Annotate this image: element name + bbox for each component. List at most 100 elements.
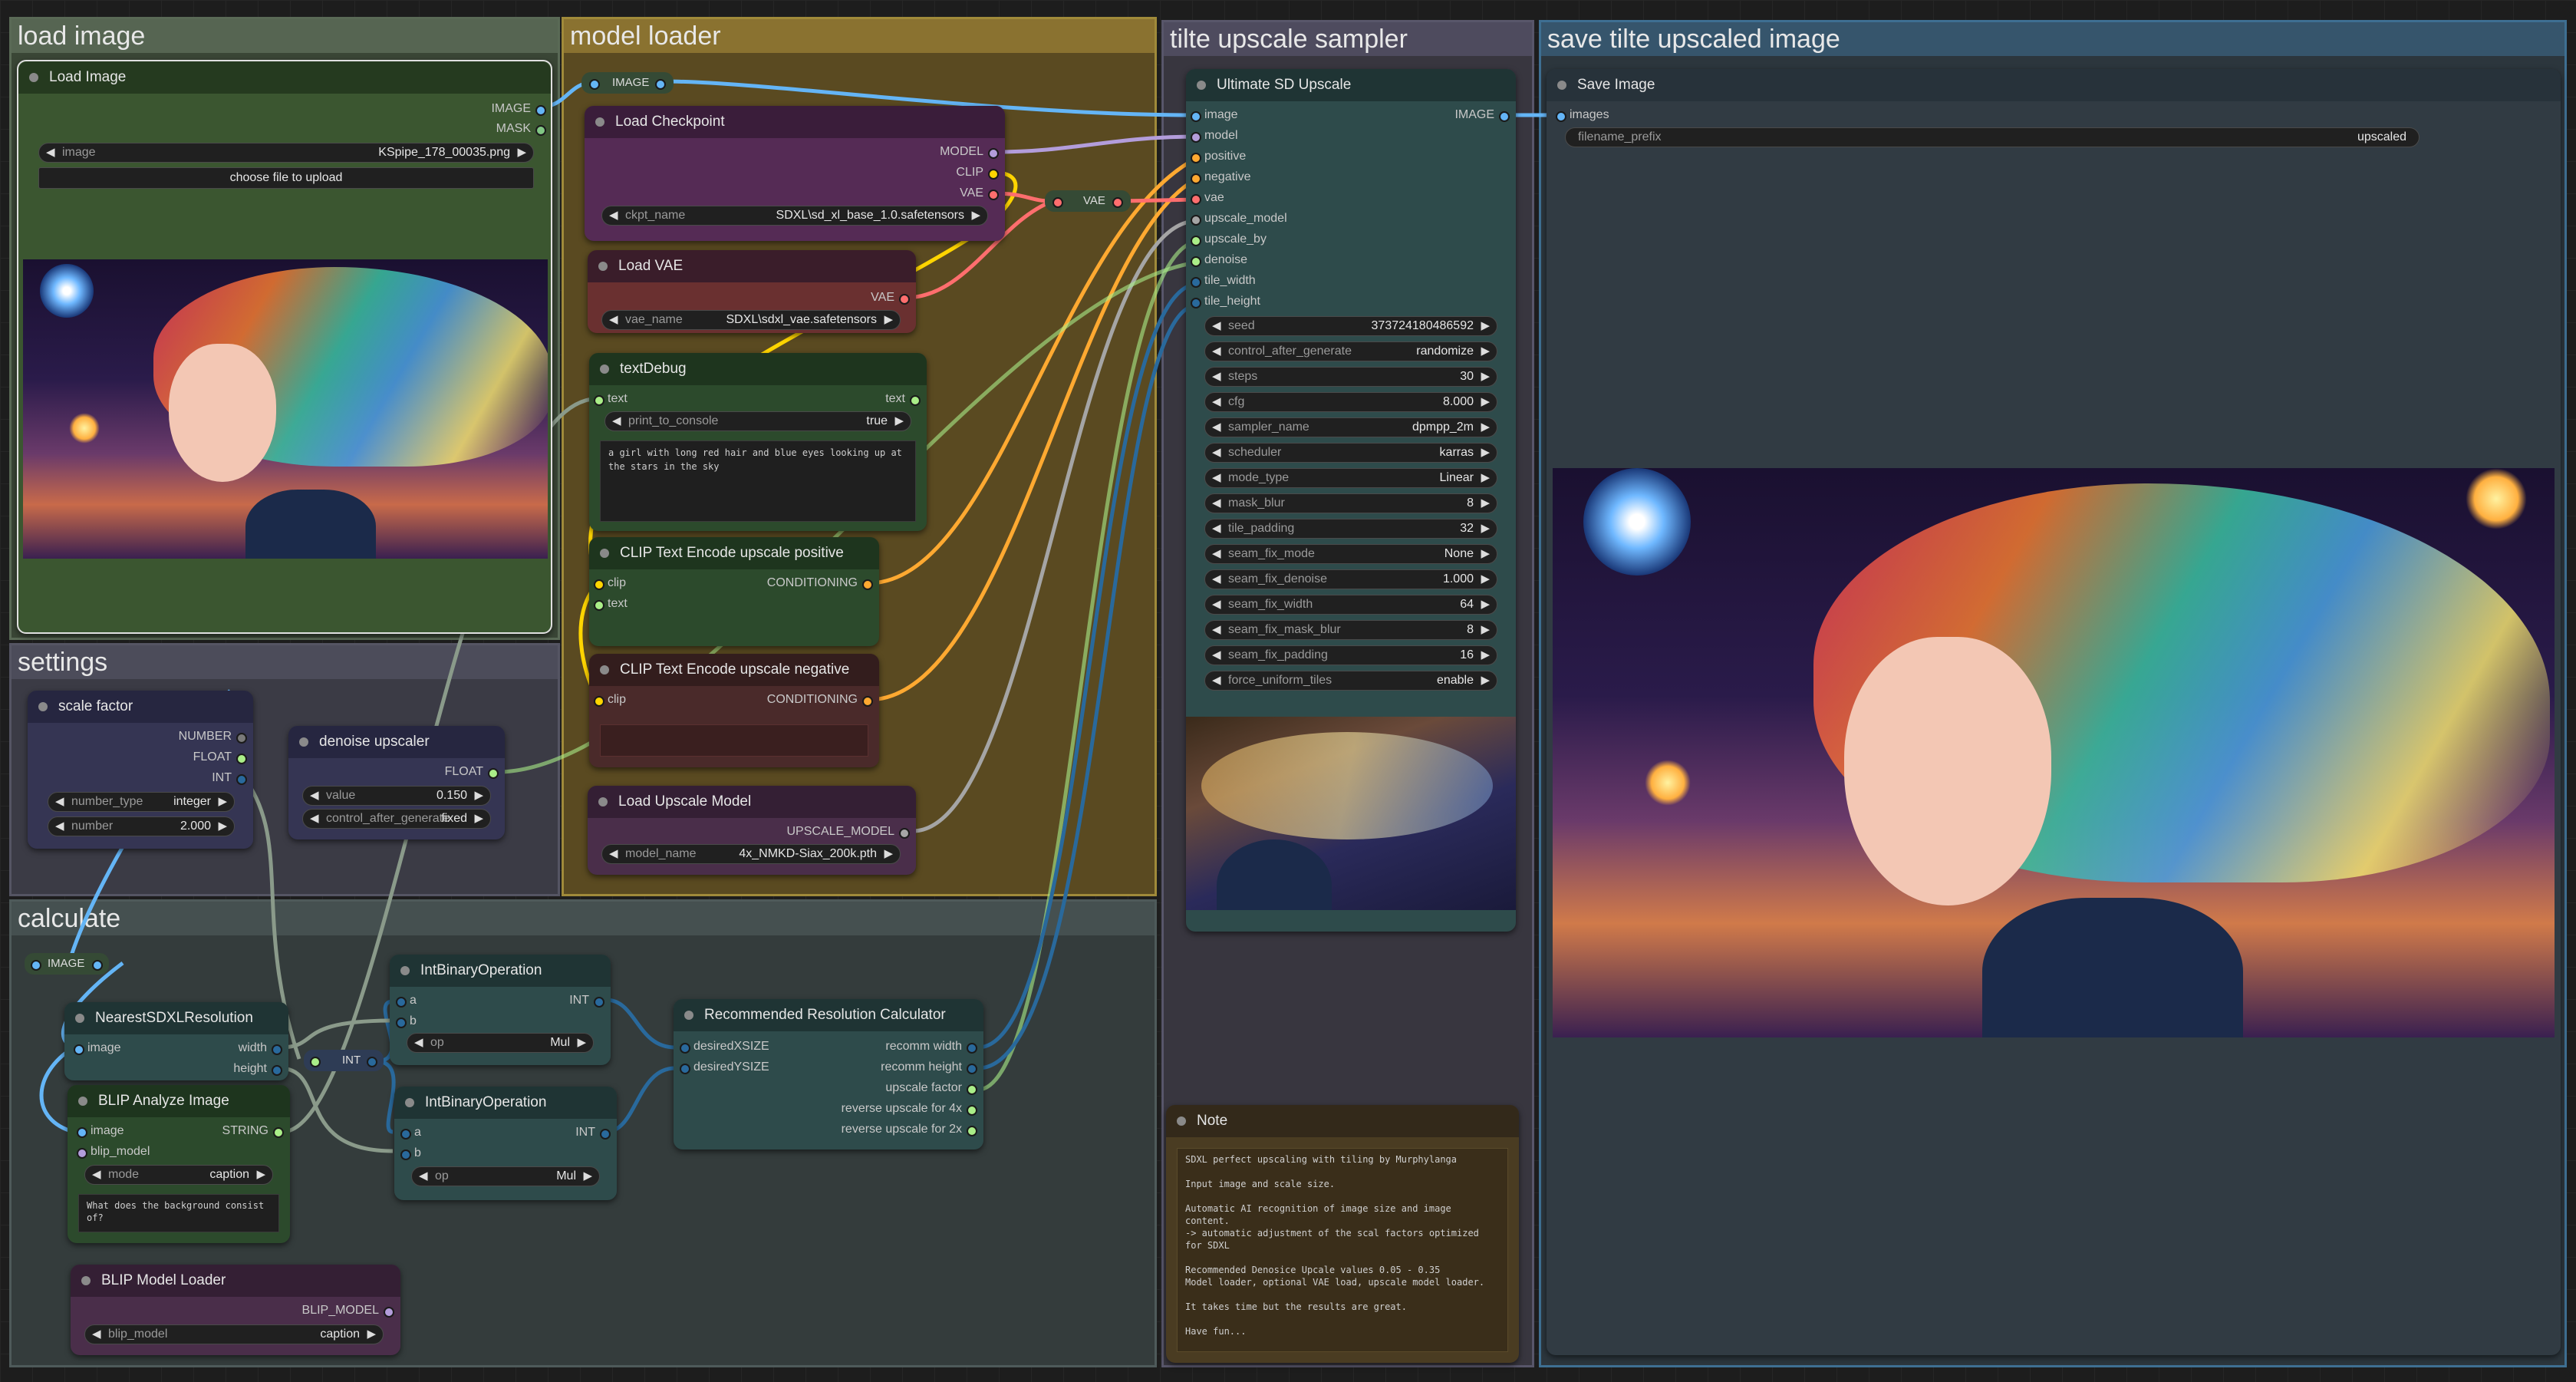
text-debug-node[interactable]: textDebug text text ◀ print_to_console tru… (589, 353, 927, 531)
scale-factor-node[interactable]: scale factor NUMBER FLOAT INT ◀ number_ty… (28, 691, 253, 849)
load-image-node[interactable]: Load Image IMAGE MASK ◀ image KSpipe_178_0… (17, 60, 552, 634)
widget-seam-fix-width[interactable]: ◀ seam_fix_width 64 ▶ (1204, 595, 1497, 615)
arrow-right-icon[interactable]: ▶ (884, 311, 893, 329)
input-positive[interactable]: positive (1191, 149, 1246, 164)
input-pin-icon[interactable] (1191, 256, 1201, 267)
input-negative[interactable]: negative (1191, 170, 1251, 185)
output-pin-icon[interactable] (862, 696, 873, 707)
output-conditioning[interactable]: CONDITIONING (767, 692, 873, 707)
denoise-upscaler-node[interactable]: denoise upscaler FLOAT ◀ value 0.150 ▶ ◀ con… (288, 726, 505, 839)
input-pin-icon[interactable] (680, 1064, 690, 1074)
debug-text-area[interactable]: a girl with long red hair and blue eyes … (600, 440, 916, 522)
arrow-right-icon[interactable]: ▶ (1481, 570, 1490, 589)
arrow-right-icon[interactable]: ▶ (1481, 621, 1490, 639)
output-reverse-upscale-for-4x[interactable]: reverse upscale for 4x (842, 1101, 977, 1116)
input-denoise[interactable]: denoise (1191, 252, 1247, 268)
reroute-vae[interactable]: VAE (1045, 190, 1131, 212)
collapse-dot-icon[interactable] (600, 665, 609, 675)
arrow-right-icon[interactable]: ▶ (367, 1325, 376, 1344)
node-header[interactable]: textDebug (589, 353, 927, 385)
input-pin-icon[interactable] (77, 1127, 87, 1138)
note-node[interactable]: Note SDXL perfect upscaling with tiling … (1166, 1105, 1519, 1363)
reroute-image[interactable]: IMAGE (581, 72, 674, 94)
output-text[interactable]: text (885, 391, 921, 407)
output-pin-icon[interactable] (988, 169, 999, 180)
filename-prefix-field[interactable]: filename_prefix upscaled (1565, 127, 2420, 147)
op-select[interactable]: ◀ op Mul ▶ (411, 1166, 600, 1186)
input-b[interactable]: b (400, 1146, 421, 1161)
arrow-left-icon[interactable]: ◀ (92, 1166, 101, 1184)
collapse-dot-icon[interactable] (400, 966, 410, 975)
input-clip[interactable]: clip (594, 692, 626, 707)
int-binary-operation-node[interactable]: IntBinaryOperation a b INT ◀ op Mul ▶ (394, 1087, 617, 1200)
arrow-right-icon[interactable]: ▶ (517, 143, 526, 162)
widget-seam-fix-mask-blur[interactable]: ◀ seam_fix_mask_blur 8 ▶ (1204, 620, 1497, 640)
widget-cfg[interactable]: ◀ cfg 8.000 ▶ (1204, 392, 1497, 412)
output-reverse-upscale-for-2x[interactable]: reverse upscale for 2x (842, 1122, 977, 1137)
input-pin-icon[interactable] (1191, 215, 1201, 226)
collapse-dot-icon[interactable] (38, 702, 48, 711)
arrow-left-icon[interactable]: ◀ (1212, 646, 1221, 665)
blip-model-loader-node[interactable]: BLIP Model Loader BLIP_MODEL ◀ blip_model… (71, 1265, 400, 1355)
input-pin-icon[interactable] (400, 1129, 411, 1140)
output-int[interactable]: INT (212, 770, 247, 786)
node-header[interactable]: scale factor (28, 691, 253, 723)
collapse-dot-icon[interactable] (299, 737, 308, 747)
node-header[interactable]: NearestSDXLResolution (64, 1002, 288, 1034)
arrow-right-icon[interactable]: ▶ (884, 845, 893, 863)
collapse-dot-icon[interactable] (598, 797, 608, 806)
output-int[interactable]: INT (569, 993, 604, 1008)
input-pin-icon[interactable] (1191, 132, 1201, 143)
negative-text-area[interactable] (600, 724, 868, 757)
op-select[interactable]: ◀ op Mul ▶ (407, 1033, 594, 1053)
arrow-left-icon[interactable]: ◀ (1212, 444, 1221, 462)
node-header[interactable]: denoise upscaler (288, 726, 505, 758)
collapse-dot-icon[interactable] (1177, 1116, 1186, 1126)
input-a[interactable]: a (396, 993, 417, 1008)
widget-seed[interactable]: ◀ seed 373724180486592 ▶ (1204, 316, 1497, 336)
arrow-right-icon[interactable]: ▶ (1481, 393, 1490, 411)
arrow-left-icon[interactable]: ◀ (1212, 494, 1221, 513)
output-pin-icon[interactable] (988, 148, 999, 159)
arrow-right-icon[interactable]: ▶ (1481, 418, 1490, 437)
nearest-sdxl-resolution-node[interactable]: NearestSDXLResolution image width height (64, 1002, 288, 1080)
output-image[interactable]: IMAGE (1454, 107, 1510, 123)
input-tile-height[interactable]: tile_height (1191, 294, 1260, 309)
input-pin-icon[interactable] (1191, 298, 1201, 308)
output-height[interactable]: height (233, 1061, 282, 1077)
reroute-int[interactable]: INT (304, 1050, 384, 1071)
clip-negative-node[interactable]: CLIP Text Encode upscale negative clip C… (589, 654, 879, 767)
output-image[interactable]: IMAGE (491, 101, 546, 117)
input-desired-x[interactable]: desiredXSIZE (680, 1039, 769, 1054)
collapse-dot-icon[interactable] (1557, 81, 1566, 90)
load-checkpoint-node[interactable]: Load Checkpoint MODEL CLIP VAE ◀ ckpt_nam… (585, 106, 1005, 241)
output-conditioning[interactable]: CONDITIONING (767, 576, 873, 591)
arrow-left-icon[interactable]: ◀ (1212, 671, 1221, 690)
mode-select[interactable]: ◀ mode caption ▶ (84, 1165, 273, 1185)
vae-select[interactable]: ◀ vae_name SDXL\sdxl_vae.safetensors ▶ (601, 310, 901, 330)
widget-control-after-generate[interactable]: ◀ control_after_generate randomize ▶ (1204, 341, 1497, 361)
output-pin-icon[interactable] (967, 1064, 977, 1074)
input-pin-icon[interactable] (594, 600, 604, 611)
widget-steps[interactable]: ◀ steps 30 ▶ (1204, 367, 1497, 387)
widget-mask-blur[interactable]: ◀ mask_blur 8 ▶ (1204, 493, 1497, 513)
widget-scheduler[interactable]: ◀ scheduler karras ▶ (1204, 443, 1497, 463)
input-pin-icon[interactable] (594, 395, 604, 406)
input-image[interactable]: image (77, 1123, 124, 1139)
input-clip[interactable]: clip (594, 576, 626, 591)
input-pin-icon[interactable] (396, 997, 407, 1008)
output-int[interactable]: INT (575, 1125, 611, 1140)
output-pin-icon[interactable] (594, 997, 604, 1008)
arrow-left-icon[interactable]: ◀ (1212, 519, 1221, 538)
output-pin-icon[interactable] (272, 1044, 282, 1055)
output-pin-icon[interactable] (910, 395, 921, 406)
widget-tile-padding[interactable]: ◀ tile_padding 32 ▶ (1204, 519, 1497, 539)
arrow-right-icon[interactable]: ▶ (1481, 519, 1490, 538)
node-header[interactable]: Save Image (1547, 69, 2561, 101)
node-header[interactable]: CLIP Text Encode upscale positive (589, 537, 879, 569)
node-header[interactable]: CLIP Text Encode upscale negative (589, 654, 879, 686)
arrow-right-icon[interactable]: ▶ (218, 793, 227, 811)
arrow-left-icon[interactable]: ◀ (1212, 570, 1221, 589)
input-pin-icon[interactable] (589, 79, 600, 90)
output-mask[interactable]: MASK (496, 121, 546, 137)
